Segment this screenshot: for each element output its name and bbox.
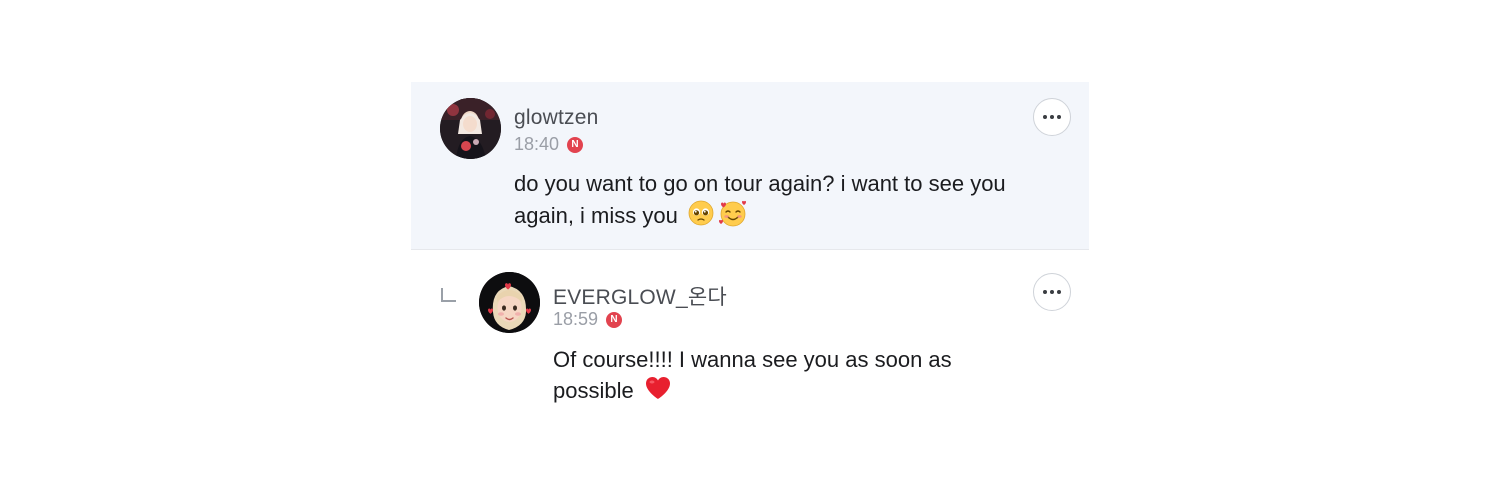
new-badge: N	[567, 136, 584, 153]
more-options-button[interactable]	[1033, 98, 1071, 136]
new-badge: N	[606, 311, 623, 328]
pleading-face-icon	[688, 200, 714, 234]
comment-meta: 18:59 N	[553, 309, 623, 330]
timestamp: 18:59	[553, 309, 599, 329]
user-photo-icon	[440, 98, 501, 159]
comment-parent: glowtzen 18:40 N do you want to go on to…	[411, 82, 1089, 250]
comment-thread: glowtzen 18:40 N do you want to go on to…	[411, 82, 1089, 425]
username[interactable]: EVERGLOW_온다	[553, 281, 727, 311]
comment-text-content: do you want to go on tour again? i want …	[514, 171, 1006, 228]
comment-text-content: Of course!!!! I wanna see you as soon as…	[553, 347, 952, 403]
ellipsis-icon	[1043, 115, 1061, 119]
comment-text: Of course!!!! I wanna see you as soon as…	[553, 345, 1033, 409]
ellipsis-icon	[1043, 290, 1061, 294]
red-heart-icon	[644, 375, 672, 409]
comment-text: do you want to go on tour again? i want …	[514, 169, 1069, 235]
user-memoji-icon	[479, 272, 540, 333]
comment-reply: EVERGLOW_온다 18:59 N Of course!!!! I wann…	[411, 250, 1089, 425]
avatar[interactable]	[479, 272, 540, 333]
smiling-face-with-hearts-icon	[718, 199, 748, 235]
reply-indicator-icon	[441, 288, 456, 302]
timestamp: 18:40	[514, 134, 560, 154]
more-options-button[interactable]	[1033, 273, 1071, 311]
avatar[interactable]	[440, 98, 501, 159]
comment-meta: 18:40 N	[514, 134, 584, 155]
username[interactable]: glowtzen	[514, 106, 598, 130]
